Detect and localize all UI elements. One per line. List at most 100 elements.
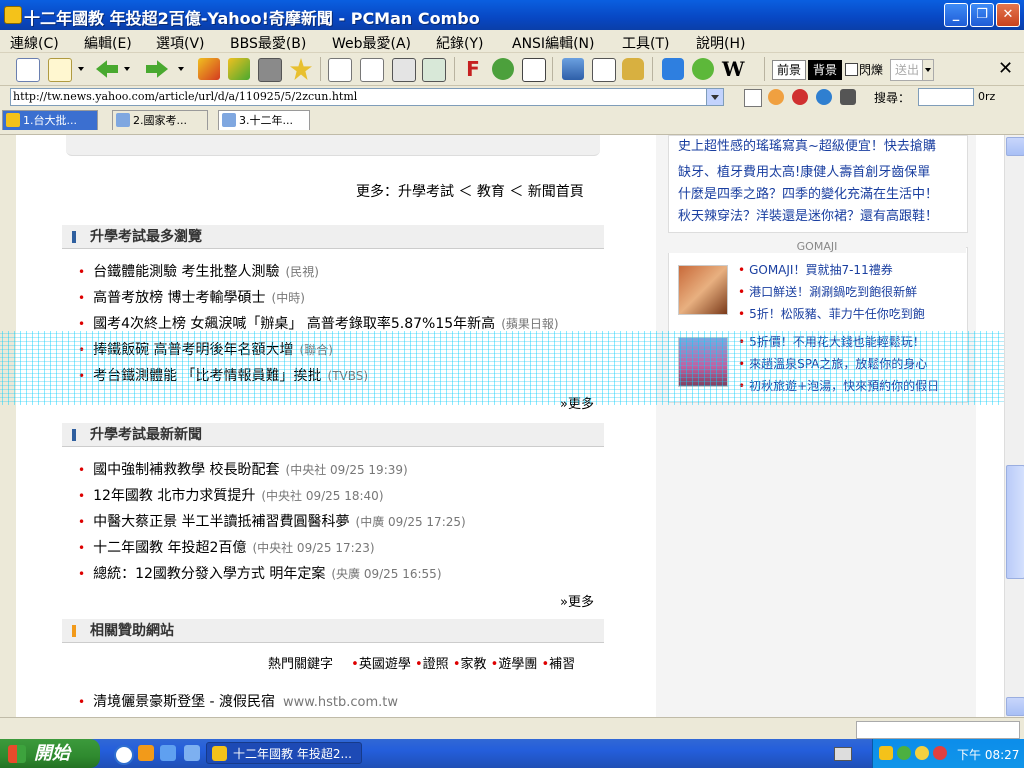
wikipedia-icon[interactable]: W	[722, 58, 744, 80]
list-item[interactable]: • 捧鐵飯碗 高普考明後年名額大增 (聯合)	[78, 339, 333, 359]
sponsor-url[interactable]: www.hstb.com.tw	[283, 695, 398, 710]
fullscreen-icon[interactable]	[522, 58, 546, 82]
disconnect-icon[interactable]	[198, 58, 220, 80]
news-link[interactable]: 國考4次終上榜 女飆淚喊「辦桌」 高普考錄取率5.87%15年新高	[93, 316, 495, 332]
list-item[interactable]: • 十二年國教 年投超2百億 (中央社 09/25 17:23)	[78, 537, 375, 557]
url-dropdown-icon[interactable]	[706, 88, 724, 106]
send-button[interactable]: 送出	[890, 59, 924, 81]
copy-icon[interactable]	[328, 58, 352, 82]
folder-icon[interactable]	[879, 746, 893, 760]
title-bar[interactable]: 十二年國教 年投超2百億-Yahoo!奇摩新聞 - PCMan Combo _ …	[0, 0, 1024, 30]
tab-1[interactable]: 1.台大批...	[2, 110, 98, 130]
minimize-button[interactable]: _	[944, 3, 968, 27]
gomaji-link[interactable]: • 港口鮮送！涮涮鍋吃到飽很新鮮	[738, 283, 917, 300]
sponsor-item[interactable]: • 清境儷景豪斯登堡 - 渡假民宿 www.hstb.com.tw	[78, 691, 398, 711]
tab-3-active[interactable]: 3.十二年...	[218, 110, 310, 130]
settings-gear-icon[interactable]	[492, 58, 514, 80]
news-link[interactable]: 十二年國教 年投超2百億	[93, 540, 246, 556]
tab-2[interactable]: 2.國家考...	[112, 110, 208, 130]
list-item[interactable]: • 台鐵體能測驗 考生批整人測驗 (民視)	[78, 261, 319, 281]
stop-icon[interactable]	[258, 58, 282, 82]
find-icon[interactable]	[422, 58, 446, 82]
send-dropdown-icon[interactable]	[922, 59, 934, 81]
browser-icon[interactable]	[138, 745, 154, 761]
start-button[interactable]: 開始	[0, 739, 100, 768]
news-link[interactable]: 考台鐵測體能 「比考情報員難」挨批	[93, 368, 321, 384]
terminal-icon[interactable]	[840, 89, 856, 105]
copy-paste-icon[interactable]	[392, 58, 416, 82]
gomaji-link[interactable]: • 初秋旅遊+泡湯，快來預約你的假日	[738, 377, 939, 394]
add-favorite-icon[interactable]	[290, 58, 312, 80]
paste-icon[interactable]	[360, 58, 384, 82]
list-item[interactable]: • 國考4次終上榜 女飆淚喊「辦桌」 高普考錄取率5.87%15年新高 (蘋果日報)	[78, 313, 559, 333]
keyword-link[interactable]: 證照	[423, 657, 449, 672]
food-photo-thumbnail[interactable]	[678, 265, 728, 315]
list-item[interactable]: • 中醫大蔡正景 半工半讀抵補習費圓醫科夢 (中廣 09/25 17:25)	[78, 511, 466, 531]
url-input[interactable]: http://tw.news.yahoo.com/article/url/d/a…	[10, 88, 708, 106]
blink-checkbox[interactable]	[845, 63, 858, 76]
forward-icon[interactable]	[146, 60, 168, 78]
maximize-button[interactable]: ❐	[970, 3, 994, 27]
list-item[interactable]: • 12年國教 北市力求質提升 (中央社 09/25 18:40)	[78, 485, 384, 505]
list-item[interactable]: • 總統：12國教分發入學方式 明年定案 (央廣 09/25 16:55)	[78, 563, 442, 583]
app-icon[interactable]	[4, 6, 22, 24]
yahoo-search-icon[interactable]	[662, 58, 684, 80]
keyword-link[interactable]: 補習	[549, 657, 575, 672]
messenger-icon[interactable]	[915, 746, 929, 760]
search-input[interactable]	[918, 88, 974, 106]
ad-link[interactable]: 什麼是四季之路？四季的變化充滿在生活中！	[678, 183, 938, 202]
back-icon[interactable]	[96, 60, 118, 78]
stop-loading-icon[interactable]	[792, 89, 808, 105]
ad-link[interactable]: 秋天辣穿法？洋裝還是迷你裙？還有高跟鞋！	[678, 205, 938, 224]
news-link[interactable]: 台鐵體能測驗 考生批整人測驗	[93, 264, 279, 280]
background-color-button[interactable]: 背景	[808, 60, 842, 80]
gomaji-link[interactable]: • 5折！松阪豬、菲力牛任你吃到飽	[738, 305, 925, 322]
new-tab-dropdown-icon[interactable]	[78, 67, 84, 71]
news-link[interactable]: 高普考放榜 博士考輸學碩士	[93, 290, 265, 306]
clock[interactable]: 下午 08:27	[957, 746, 1019, 763]
keyword-link[interactable]: 英國遊學	[359, 657, 411, 672]
ie-icon[interactable]	[160, 745, 176, 761]
keyboard-icon[interactable]	[834, 747, 852, 761]
keyword-link[interactable]: 遊學團	[498, 657, 537, 672]
breadcrumb[interactable]: 更多：升學考試 ＜ 教育 ＜ 新聞首頁	[356, 181, 584, 201]
list-item[interactable]: • 國中強制補救教學 校長盼配套 (中央社 09/25 19:39)	[78, 459, 408, 479]
scroll-up-icon[interactable]	[1006, 137, 1024, 156]
menu-ansi-edit[interactable]: ANSI編輯(N)	[512, 33, 594, 53]
list-item[interactable]: • 高普考放榜 博士考輸學碩士 (中時)	[78, 287, 305, 307]
back-dropdown-icon[interactable]	[124, 67, 130, 71]
antivirus-icon[interactable]	[933, 746, 947, 760]
menu-options[interactable]: 選項(V)	[156, 33, 205, 53]
show-desktop-icon[interactable]	[184, 745, 200, 761]
news-link[interactable]: 總統：12國教分發入學方式 明年定案	[93, 566, 325, 582]
web-content[interactable]: 更多：升學考試 ＜ 教育 ＜ 新聞首頁 升學考試最多瀏覽 • 台鐵體能測驗 考生批…	[0, 135, 1004, 717]
sponsor-link[interactable]: 清境儷景豪斯登堡 - 渡假民宿	[93, 694, 275, 710]
list-item[interactable]: • 考台鐵測體能 「比考情報員難」挨批 (TVBS)	[78, 365, 368, 385]
zoom-selector[interactable]: 0rz	[978, 90, 995, 103]
menu-tools[interactable]: 工具(T)	[622, 33, 669, 53]
menu-connection[interactable]: 連線(C)	[10, 33, 59, 53]
font-icon[interactable]: F	[462, 58, 484, 80]
refresh-icon[interactable]	[768, 89, 784, 105]
vertical-scrollbar[interactable]	[1004, 135, 1024, 717]
menu-web-favorites[interactable]: Web最愛(A)	[332, 33, 411, 53]
news-link[interactable]: 國中強制補救教學 校長盼配套	[93, 462, 279, 478]
gomaji-link[interactable]: • GOMAJI！買就抽7-11禮券	[738, 261, 893, 278]
forward-dropdown-icon[interactable]	[178, 67, 184, 71]
taskbar-window-button[interactable]: 十二年國教 年投超2...	[206, 742, 362, 764]
menu-edit[interactable]: 編輯(E)	[84, 33, 132, 53]
foreground-color-button[interactable]: 前景	[772, 60, 806, 80]
ansi-editor-icon[interactable]	[592, 58, 616, 82]
plurk-flower-icon[interactable]	[692, 58, 714, 80]
news-link[interactable]: 中醫大蔡正景 半工半讀抵補習費圓醫科夢	[93, 514, 349, 530]
gomaji-link[interactable]: • 來趟溫泉SPA之旅，放鬆你的身心	[738, 355, 927, 372]
menu-bbs-favorites[interactable]: BBS最愛(B)	[230, 33, 306, 53]
news-link[interactable]: 捧鐵飯碗 高普考明後年名額大增	[93, 342, 293, 358]
new-tab-icon[interactable]	[48, 58, 72, 82]
globe-icon[interactable]	[816, 89, 832, 105]
news-link[interactable]: 12年國教 北市力求質提升	[93, 488, 255, 504]
screen-icon[interactable]	[562, 58, 584, 80]
close-button[interactable]: ✕	[996, 3, 1020, 27]
scroll-down-icon[interactable]	[1006, 697, 1024, 716]
gomaji-link[interactable]: • 5折價！不用花大錢也能輕鬆玩！	[738, 333, 925, 350]
